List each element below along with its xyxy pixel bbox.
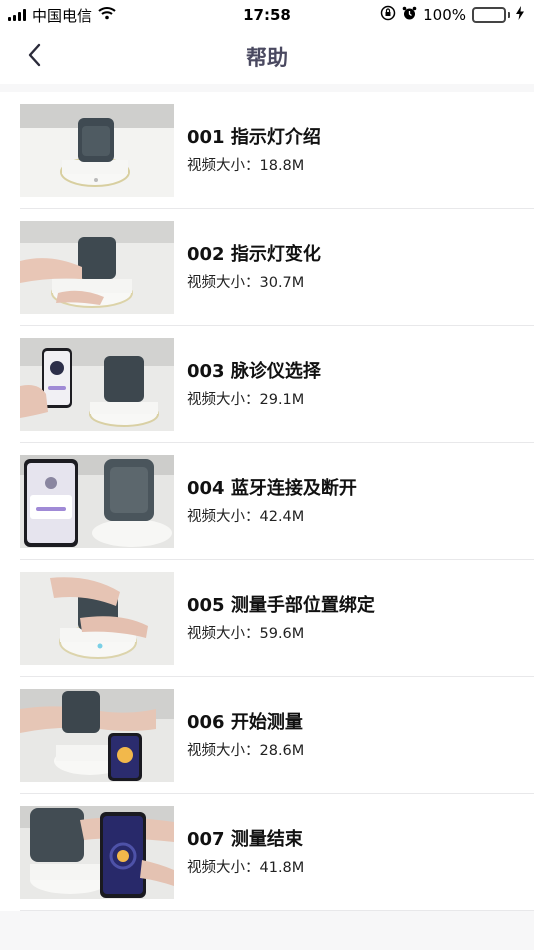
video-title: 004 蓝牙连接及断开 (187, 477, 357, 499)
video-thumbnail (20, 689, 174, 782)
status-right: 100% (380, 5, 524, 25)
video-item-002[interactable]: 002 指示灯变化 视频大小：30.7M (0, 209, 534, 326)
size-label: 视频大小： (187, 391, 260, 408)
back-button[interactable] (14, 37, 54, 77)
size-value: 41.8M (259, 859, 305, 876)
video-size: 视频大小：30.7M (187, 273, 321, 293)
page-title: 帮助 (246, 46, 288, 70)
video-size: 视频大小：41.8M (187, 858, 304, 878)
size-label: 视频大小： (187, 859, 260, 876)
video-size: 视频大小：28.6M (187, 741, 304, 761)
size-value: 30.7M (259, 274, 305, 291)
video-title: 001 指示灯介绍 (187, 126, 321, 148)
video-title: 003 脉诊仪选择 (187, 360, 321, 382)
video-size: 视频大小：42.4M (187, 507, 357, 527)
nav-bar: 帮助 (0, 30, 534, 84)
size-value: 28.6M (259, 742, 305, 759)
video-thumbnail (20, 338, 174, 431)
orientation-lock-icon (380, 5, 396, 25)
battery-percent: 100% (423, 6, 466, 24)
video-item-004[interactable]: 004 蓝牙连接及断开 视频大小：42.4M (0, 443, 534, 560)
size-label: 视频大小： (187, 625, 260, 642)
size-value: 42.4M (259, 508, 305, 525)
battery-icon (472, 7, 510, 23)
video-title: 007 测量结束 (187, 828, 303, 850)
video-size: 视频大小：59.6M (187, 624, 375, 644)
size-label: 视频大小： (187, 274, 260, 291)
video-thumbnail (20, 572, 174, 665)
video-item-003[interactable]: 003 脉诊仪选择 视频大小：29.1M (0, 326, 534, 443)
wifi-icon (98, 6, 116, 24)
status-left: 中国电信 (8, 5, 116, 26)
video-title: 005 测量手部位置绑定 (187, 594, 375, 616)
size-value: 59.6M (259, 625, 305, 642)
video-item-001[interactable]: 001 指示灯介绍 视频大小：18.8M (0, 92, 534, 209)
video-item-006[interactable]: 006 开始测量 视频大小：28.6M (0, 677, 534, 794)
video-size: 视频大小：18.8M (187, 156, 321, 176)
alarm-icon (402, 6, 417, 25)
size-label: 视频大小： (187, 742, 260, 759)
size-value: 29.1M (259, 391, 305, 408)
video-item-007[interactable]: 007 测量结束 视频大小：41.8M (0, 794, 534, 911)
video-thumbnail (20, 806, 174, 899)
video-thumbnail (20, 221, 174, 314)
status-bar: 中国电信 17:58 100% (0, 0, 534, 30)
video-thumbnail (20, 104, 174, 197)
charging-icon (516, 6, 524, 24)
video-title: 006 开始测量 (187, 711, 303, 733)
size-value: 18.8M (259, 157, 305, 174)
signal-icon (8, 9, 26, 21)
size-label: 视频大小： (187, 508, 260, 525)
size-label: 视频大小： (187, 157, 260, 174)
carrier-label: 中国电信 (32, 6, 93, 25)
video-title: 002 指示灯变化 (187, 243, 321, 265)
chevron-left-icon (27, 43, 41, 71)
video-size: 视频大小：29.1M (187, 390, 321, 410)
video-item-005[interactable]: 005 测量手部位置绑定 视频大小：59.6M (0, 560, 534, 677)
video-list: 001 指示灯介绍 视频大小：18.8M 002 指示灯变化 视频大小：30.7… (0, 92, 534, 911)
video-thumbnail (20, 455, 174, 548)
